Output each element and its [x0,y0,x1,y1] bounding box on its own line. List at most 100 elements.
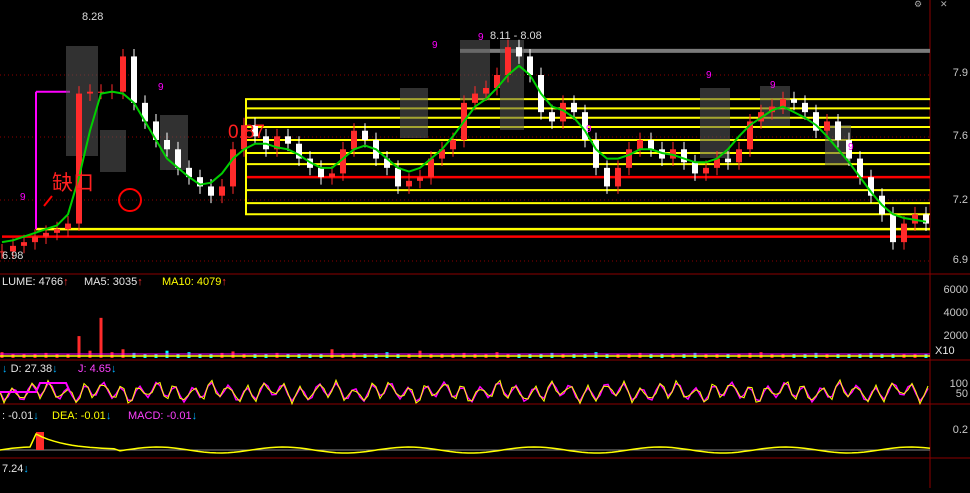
candle-body [406,180,412,187]
candle-body [362,130,368,140]
macd-value-label: MACD: -0.01↓ [128,410,197,423]
shadow-zone [700,88,730,158]
kdj-d-label: ↓ D: 27.38↓ [2,363,58,376]
kdj-d-line [0,378,929,406]
candle-body [637,140,643,150]
fib-label: 0.87 [228,122,265,143]
candle-body [65,223,71,230]
candle-body [604,167,610,187]
price-axis-tick: 7.2 [952,194,968,206]
candle-body [450,140,456,150]
indicator-header-strip [0,0,930,8]
macd-dea-value: DEA: -0.01 [52,410,106,422]
price-axis-tick: 6.9 [952,254,968,266]
candle-body [131,56,137,103]
candle-body [164,140,170,150]
price-axis-tick: 7.6 [952,130,968,142]
down-arrow-icon: ↓ [2,363,8,375]
bottom-panel-label: 7.24↓ [2,463,29,476]
nine-count-marker: 9 [848,142,854,153]
down-arrow-icon: ↓ [105,410,112,422]
candle-body [417,177,423,181]
candle-body [483,88,489,94]
candle-body [725,158,731,163]
macd-dif-value: : -0.01 [2,410,34,422]
candle-body [890,214,896,243]
price-axis-tick: 7.9 [952,67,968,79]
nine-count-marker: 9 [770,80,776,91]
down-arrow-icon: ↓ [111,363,117,375]
candle-body [21,242,27,246]
shadow-zone [100,130,126,172]
candle-body [835,121,841,140]
nine-count-marker: 9 [432,40,438,51]
kdj-d-value: D: 27.38 [10,363,53,375]
macd-dea-label: DEA: -0.01↓ [52,410,111,423]
candle-body [351,130,357,150]
volume-bar [594,352,598,358]
candle-body [76,93,82,224]
shadow-zone [400,88,428,138]
volume-bar [0,352,4,358]
gap-annotation: 缺口 [52,172,94,195]
macd-dif-label: : -0.01↓ [2,410,39,423]
volume-axis-tick: 4000 [943,307,968,319]
candle-body [54,229,60,233]
volume-bar [110,352,114,358]
candle-body [626,149,632,168]
nine-count-marker: 9 [20,192,26,203]
up-arrow-icon: ↑ [221,276,227,288]
nine-count-marker: 9 [478,32,484,43]
kdj-j-label: J: 4.65↓ [78,363,117,376]
nine-count-marker: 9 [706,70,712,81]
candle-body [87,91,93,94]
candle-body [230,149,236,187]
up-arrow-icon: ↑ [137,276,143,288]
candle-body [791,99,797,103]
candle-body [901,223,907,243]
down-arrow-icon: ↓ [33,410,39,422]
nine-count-marker: 9 [158,82,164,93]
candle-body [285,136,291,144]
candle-body [802,102,808,113]
close-icon[interactable]: ✕ [940,0,952,9]
gap-arrow [43,195,53,207]
kdj-j-value: J: 4.65 [78,363,112,375]
candle-body [472,93,478,103]
up-arrow-icon: ↑ [63,276,69,288]
ma5-label: MA5: 3035↑ [84,276,143,289]
candle-body [516,47,522,57]
candle-body [824,121,830,131]
volume-value: LUME: 4766 [2,276,64,288]
volume-bar [759,352,763,358]
candle-body [571,102,577,113]
gear-icon[interactable]: ⚙ [914,0,926,9]
candle-body [505,47,511,75]
volume-axis-tick: 2000 [943,330,968,342]
volume-bar [77,336,81,358]
volume-bar [187,352,191,358]
candle-body [780,99,786,107]
volume-bar [495,352,499,358]
volume-bar [385,352,389,358]
kdj-axis-tick: 50 [955,388,968,400]
nine-count-marker: 9 [586,124,592,135]
ma5-value: MA5: 3035 [84,276,138,288]
candle-body [615,167,621,187]
candle-body [208,186,214,196]
candle-body [736,149,742,163]
candle-body [329,173,335,178]
ma10-label: MA10: 4079↑ [162,276,227,289]
candle-body [692,162,698,174]
candle-body [703,167,709,174]
stock-chart[interactable]: 9 9 9 9 9 9 9 9 ⚙ ✕ 8.28 6.98 8.11 - 8.08 缺口 0.… [0,0,970,488]
candle-body [219,186,225,196]
candle-body [395,167,401,187]
candle-body [318,167,324,178]
volume-bar [231,351,235,358]
candle-body [43,232,49,237]
macd-macd-value: MACD: -0.01 [128,410,192,422]
down-arrow-icon: ↓ [23,463,29,475]
bottom-panel-value: 7.24 [2,463,24,475]
candle-body [120,56,126,92]
